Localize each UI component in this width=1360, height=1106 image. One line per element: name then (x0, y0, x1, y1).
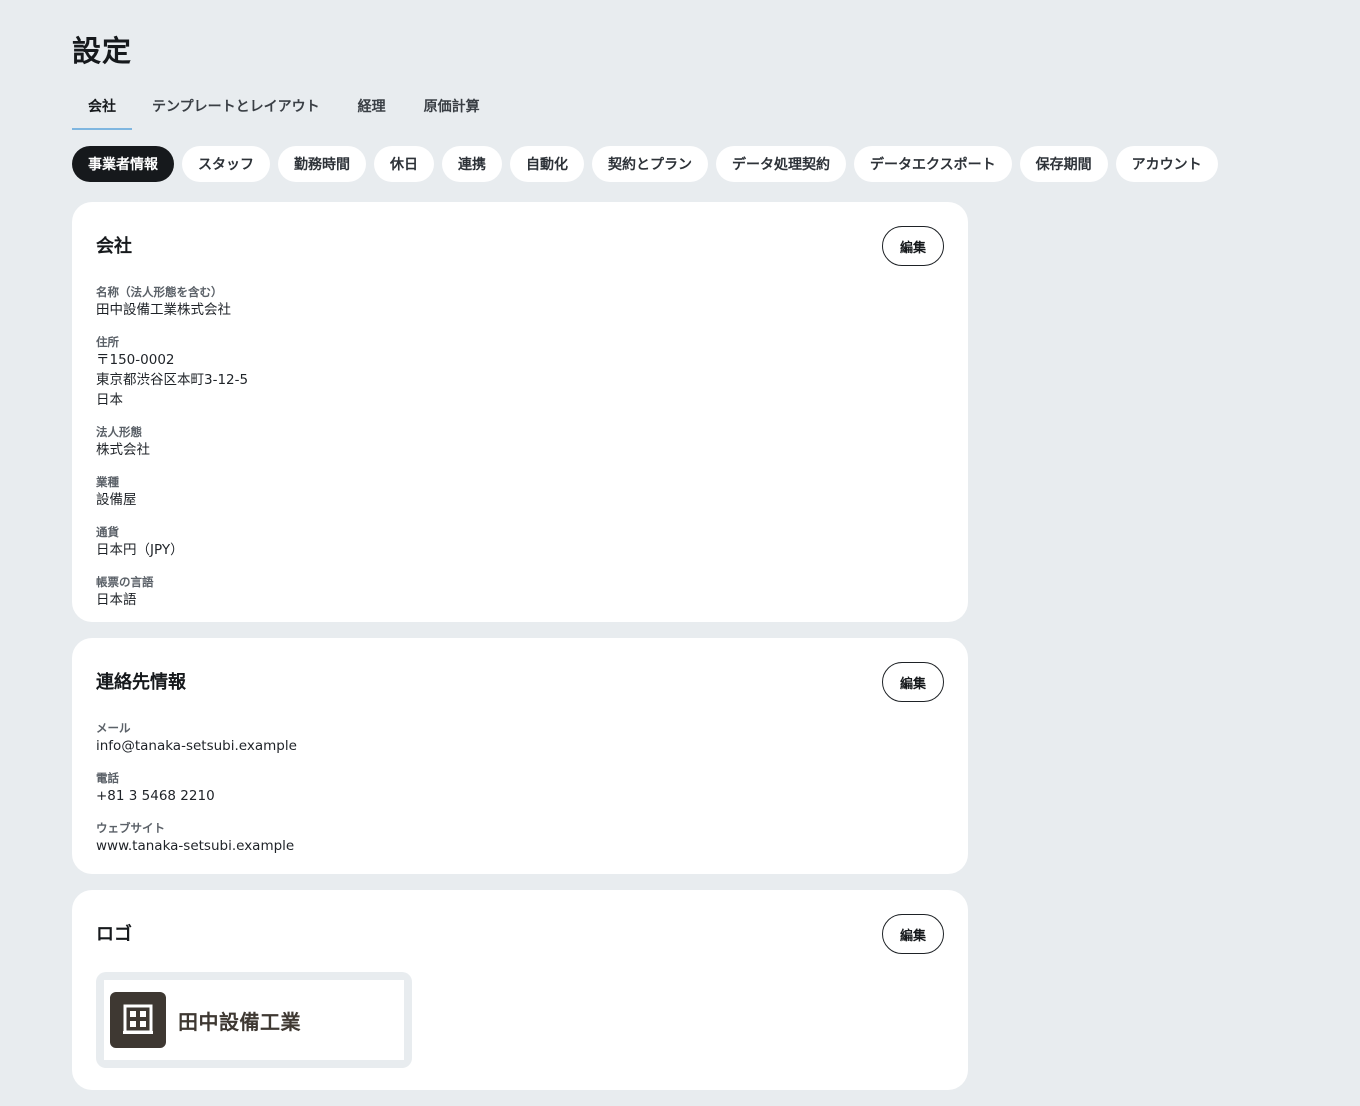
contact-fields: メール info@tanaka-setsubi.example 電話 +81 3… (96, 720, 944, 856)
company-doc-lang-value: 日本語 (96, 592, 137, 608)
company-doc-lang-field: 帳票の言語 日本語 (96, 574, 944, 610)
company-name-value: 田中設備工業株式会社 (96, 302, 231, 318)
contact-website-field: ウェブサイト www.tanaka-setsubi.example (96, 820, 944, 856)
contact-website-label: ウェブサイト (96, 821, 165, 835)
subtab-account[interactable]: アカウント (1115, 146, 1218, 182)
company-address-country: 日本 (96, 392, 123, 408)
company-legal-form-label: 法人形態 (96, 425, 142, 439)
main-tabs: 会社 テンプレートとレイアウト 経理 原価計算 (72, 92, 518, 130)
logo-brand-text: 田中設備工業 (178, 1009, 301, 1034)
company-doc-lang-label: 帳票の言語 (96, 575, 154, 589)
contact-card-title: 連絡先情報 (96, 672, 186, 693)
company-currency-value: 日本円（JPY） (96, 542, 184, 558)
company-industry-label: 業種 (96, 475, 119, 489)
subtab-data-export[interactable]: データエクスポート (854, 146, 1012, 182)
subtab-working-hours[interactable]: 勤務時間 (278, 146, 366, 182)
company-currency-field: 通貨 日本円（JPY） (96, 524, 944, 560)
company-currency-label: 通貨 (96, 525, 119, 539)
page-title: 設定 (72, 34, 133, 68)
contact-phone-label: 電話 (96, 771, 119, 785)
company-address-postal: 〒150-0002 (96, 352, 175, 368)
subtab-contract-plan[interactable]: 契約とプラン (592, 146, 708, 182)
tab-accounting[interactable]: 経理 (358, 92, 386, 130)
subtab-staff[interactable]: スタッフ (182, 146, 270, 182)
subtab-integrations[interactable]: 連携 (442, 146, 502, 182)
company-address-line: 東京都渋谷区本町3-12-5 (96, 372, 249, 388)
tab-costing[interactable]: 原価計算 (424, 92, 480, 130)
company-industry-value: 設備屋 (96, 492, 137, 508)
subtab-automation[interactable]: 自動化 (510, 146, 584, 182)
company-fields: 名称（法人形態を含む） 田中設備工業株式会社 住所 〒150-0002 東京都渋… (96, 284, 944, 610)
logo-card-title: ロゴ (96, 924, 132, 945)
logo-card: ロゴ 編集 田中設備工業 (72, 890, 968, 1090)
subtab-retention[interactable]: 保存期間 (1019, 146, 1108, 182)
company-name-label: 名称（法人形態を含む） (96, 285, 223, 299)
subtab-holidays[interactable]: 休日 (374, 146, 434, 182)
contact-email-field: メール info@tanaka-setsubi.example (96, 720, 944, 756)
contact-phone-field: 電話 +81 3 5468 2210 (96, 770, 944, 806)
settings-page: 設定 会社 テンプレートとレイアウト 経理 原価計算 事業者情報 スタッフ 勤務… (0, 0, 1360, 1106)
logo-edit-button[interactable]: 編集 (882, 914, 944, 954)
subtab-data-processing[interactable]: データ処理契約 (716, 146, 846, 182)
company-name-field: 名称（法人形態を含む） 田中設備工業株式会社 (96, 284, 944, 320)
tab-company[interactable]: 会社 (72, 92, 132, 130)
tab-templates-layout[interactable]: テンプレートとレイアウト (152, 92, 320, 130)
company-address-label: 住所 (96, 335, 119, 349)
company-industry-field: 業種 設備屋 (96, 474, 944, 510)
contact-card: 連絡先情報 編集 メール info@tanaka-setsubi.example… (72, 638, 968, 874)
company-card: 会社 編集 名称（法人形態を含む） 田中設備工業株式会社 住所 〒150-000… (72, 202, 968, 622)
building-icon-svg (123, 1004, 153, 1034)
subtab-business-info[interactable]: 事業者情報 (72, 146, 174, 182)
building-icon (110, 992, 166, 1048)
company-legal-form-field: 法人形態 株式会社 (96, 424, 944, 460)
company-legal-form-value: 株式会社 (96, 442, 150, 458)
contact-email-value: info@tanaka-setsubi.example (96, 738, 297, 754)
contact-website-value: www.tanaka-setsubi.example (96, 838, 295, 854)
company-edit-button[interactable]: 編集 (882, 226, 944, 266)
contact-phone-value: +81 3 5468 2210 (96, 788, 215, 804)
sub-tabs: 事業者情報 スタッフ 勤務時間 休日 連携 自動化 契約とプラン データ処理契約… (72, 146, 1218, 182)
logo-preview: 田中設備工業 (96, 972, 412, 1068)
contact-email-label: メール (96, 721, 131, 735)
company-address-field: 住所 〒150-0002 東京都渋谷区本町3-12-5 日本 (96, 334, 944, 410)
company-card-title: 会社 (96, 236, 132, 257)
logo-preview-inner: 田中設備工業 (104, 980, 404, 1060)
contact-edit-button[interactable]: 編集 (882, 662, 944, 702)
